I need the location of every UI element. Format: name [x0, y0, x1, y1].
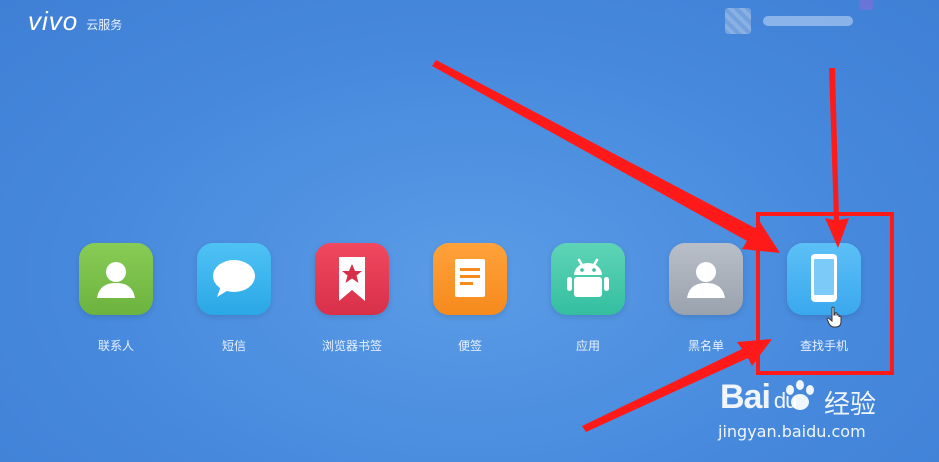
watermark-url: jingyan.baidu.com	[718, 422, 866, 441]
arrow-vertical	[825, 68, 849, 248]
hand-cursor-icon	[826, 306, 842, 328]
baidu-jingyan-watermark: Bai du 经验 jingyan.baidu.com	[716, 378, 916, 448]
watermark-suffix: 经验	[824, 390, 877, 420]
baidu-paw-icon	[786, 380, 814, 410]
arrow-top-left	[432, 60, 780, 253]
